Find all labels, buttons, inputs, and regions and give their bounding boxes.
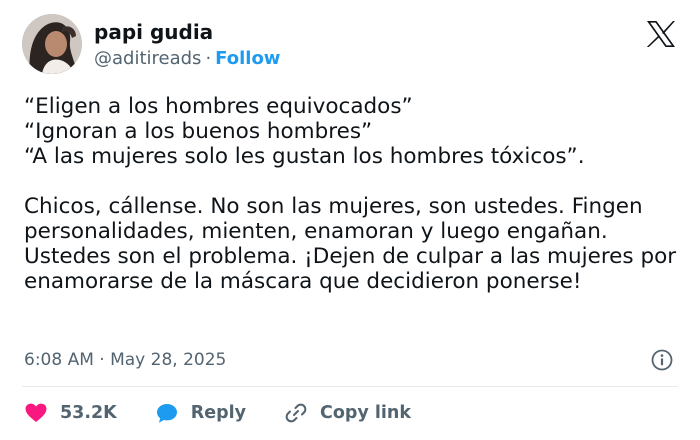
divider xyxy=(22,386,678,387)
user-handle[interactable]: @aditireads xyxy=(94,48,201,69)
reply-button[interactable]: Reply xyxy=(155,401,246,425)
avatar-image xyxy=(22,14,82,74)
tweet-text: “Eligen a los hombres equivocados” “Igno… xyxy=(24,94,677,294)
separator-dot: · xyxy=(205,48,212,69)
info-icon[interactable] xyxy=(650,348,674,372)
link-icon xyxy=(285,403,307,423)
copy-link-label: Copy link xyxy=(320,403,412,423)
x-logo-icon[interactable] xyxy=(646,20,676,48)
handle-row: @aditireads · Follow xyxy=(94,47,280,71)
action-bar: 53.2K Reply Copy link xyxy=(24,400,449,426)
speech-bubble-icon xyxy=(156,404,177,423)
copy-link-button[interactable]: Copy link xyxy=(284,401,411,425)
follow-button[interactable]: Follow xyxy=(215,48,280,69)
like-button[interactable]: 53.2K xyxy=(24,401,117,425)
reply-label: Reply xyxy=(190,403,247,423)
display-name[interactable]: papi gudia xyxy=(94,20,213,44)
tweet-timestamp[interactable]: 6:08 AM · May 28, 2025 xyxy=(24,348,226,372)
like-count: 53.2K xyxy=(60,403,117,423)
heart-icon xyxy=(25,403,47,422)
avatar[interactable] xyxy=(22,14,82,74)
